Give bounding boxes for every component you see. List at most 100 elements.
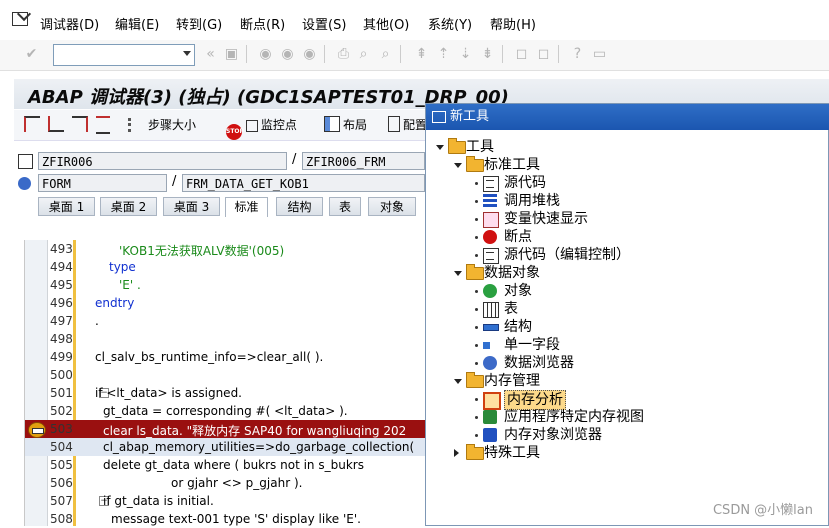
layout-icon: [324, 116, 340, 132]
help-icon[interactable]: ?: [570, 47, 585, 62]
chevron-down-icon[interactable]: [183, 51, 191, 56]
code-line[interactable]: 503 clear ls_data. "释放内存 SAP40 for wangli…: [25, 420, 426, 438]
tree-item[interactable]: 单一字段: [426, 336, 828, 354]
watchpoint-label: 监控点: [260, 118, 297, 132]
menu-breakpoints[interactable]: 断点(R): [240, 14, 285, 33]
memobj-tool-icon: [483, 428, 497, 442]
tab-desktop-2[interactable]: 桌面 2: [100, 197, 157, 216]
menu-debugger[interactable]: 调试器(D): [40, 14, 99, 33]
tree-item[interactable]: 源代码（编辑控制）: [426, 246, 828, 264]
code-text: type: [109, 260, 136, 274]
tree-item-label: 标准工具: [484, 157, 540, 173]
menu-edit[interactable]: 编辑(E): [115, 14, 159, 33]
layout-button[interactable]: 布局: [324, 116, 367, 134]
expanded-arrow-icon[interactable]: [454, 163, 462, 168]
next-page-icon[interactable]: ⇣: [458, 47, 473, 62]
expanded-arrow-icon[interactable]: [454, 271, 462, 276]
tab-table[interactable]: 表: [329, 197, 361, 216]
continue-icon[interactable]: [96, 116, 113, 134]
tree-item[interactable]: 内存分析: [426, 390, 828, 410]
exit-menu-icon[interactable]: [12, 12, 28, 26]
execute-icon[interactable]: [48, 116, 67, 134]
bullet-icon: [475, 290, 478, 293]
tree-item[interactable]: 调用堆栈: [426, 192, 828, 210]
return-icon[interactable]: [72, 116, 91, 134]
command-field[interactable]: [53, 44, 195, 66]
code-line[interactable]: 502 gt_data = corresponding #( <lt_data> …: [25, 402, 426, 420]
last-page-icon[interactable]: ⇟: [480, 47, 495, 62]
program-icon: [18, 154, 33, 169]
code-line[interactable]: 497.: [25, 312, 426, 330]
tree-item[interactable]: 应用程序特定内存视图: [426, 408, 828, 426]
collapsed-arrow-icon[interactable]: [454, 449, 459, 457]
code-line[interactable]: 501− if <lt_data> is assigned.: [25, 384, 426, 402]
find-icon[interactable]: ⌕: [356, 47, 371, 62]
tree-item[interactable]: 表: [426, 300, 828, 318]
menu-goto[interactable]: 转到(G): [176, 14, 222, 33]
tree-item[interactable]: 变量快速显示: [426, 210, 828, 228]
folder-icon: [448, 138, 466, 154]
print-icon[interactable]: ⎙: [336, 47, 351, 62]
menu-help[interactable]: 帮助(H): [490, 14, 536, 33]
source-code-viewer[interactable]: 493 'KOB1无法获取ALV数据'(005) 494 type 495 'E' . 49…: [24, 240, 426, 526]
previous-page-icon[interactable]: ⇡: [436, 47, 451, 62]
tab-standard[interactable]: 标准: [225, 197, 268, 217]
tree-item[interactable]: 断点: [426, 228, 828, 246]
enter-icon[interactable]: ✔: [24, 47, 39, 62]
tree-item[interactable]: 数据对象: [426, 264, 828, 282]
tree-item[interactable]: 工具: [426, 138, 828, 156]
code-text: .: [95, 314, 99, 328]
tree-item[interactable]: 内存对象浏览器: [426, 426, 828, 444]
tree-item[interactable]: 源代码: [426, 174, 828, 192]
config-button[interactable]: 配置: [388, 116, 427, 134]
code-line[interactable]: 507− if gt_data is initial.: [25, 492, 426, 510]
layout-menu-icon[interactable]: ▭: [592, 47, 607, 62]
bullet-icon: [475, 308, 478, 311]
code-line[interactable]: 495 'E' .: [25, 276, 426, 294]
watchpoint-button[interactable]: STOP 监控点: [226, 116, 297, 140]
code-line[interactable]: 500: [25, 366, 426, 384]
back-arrows-icon[interactable]: «: [203, 47, 218, 62]
expanded-arrow-icon[interactable]: [454, 379, 462, 384]
tree-item[interactable]: 内存管理: [426, 372, 828, 390]
back-icon[interactable]: ◉: [258, 47, 273, 62]
tree-item[interactable]: 结构: [426, 318, 828, 336]
expanded-arrow-icon[interactable]: [436, 145, 444, 150]
code-text: gt_data = corresponding #( <lt_data> ).: [103, 404, 348, 418]
current-line-breakpoint-icon[interactable]: [28, 422, 46, 438]
step-size-button[interactable]: 步骤大小: [128, 116, 196, 134]
tab-desktop-3[interactable]: 桌面 3: [163, 197, 220, 216]
code-line[interactable]: 504 cl_abap_memory_utilities=>do_garbage_…: [25, 438, 426, 456]
first-page-icon[interactable]: ⇞: [414, 47, 429, 62]
code-line[interactable]: 506 or gjahr <> p_gjahr ).: [25, 474, 426, 492]
shortcut-icon[interactable]: ◻: [536, 47, 551, 62]
tab-desktop-1[interactable]: 桌面 1: [38, 197, 95, 216]
tree-item[interactable]: 特殊工具: [426, 444, 828, 462]
find-next-icon[interactable]: ⌕: [378, 47, 393, 62]
code-line[interactable]: 494 type: [25, 258, 426, 276]
code-line[interactable]: 498: [25, 330, 426, 348]
menu-settings[interactable]: 设置(S): [302, 14, 346, 33]
tree-item[interactable]: 数据浏览器: [426, 354, 828, 372]
tree-item-label: 特殊工具: [484, 445, 540, 461]
tab-structure[interactable]: 结构: [276, 197, 323, 216]
line-number: 494: [50, 260, 73, 274]
menu-system[interactable]: 系统(Y): [428, 14, 472, 33]
code-line[interactable]: 499 cl_salv_bs_runtime_info=>clear_all( )…: [25, 348, 426, 366]
save-icon[interactable]: ▣: [224, 47, 239, 62]
tab-object[interactable]: 对象: [368, 197, 416, 216]
exit-icon[interactable]: ◉: [280, 47, 295, 62]
code-line[interactable]: 493 'KOB1无法获取ALV数据'(005): [25, 240, 426, 258]
single-step-icon[interactable]: [24, 116, 43, 134]
tree-item[interactable]: 对象: [426, 282, 828, 300]
new-session-icon[interactable]: ◻: [514, 47, 529, 62]
code-line[interactable]: 508 message text-001 type 'S' display lik…: [25, 510, 426, 528]
tree-item[interactable]: 标准工具: [426, 156, 828, 174]
tree-item-label: 数据对象: [484, 265, 540, 281]
menu-other[interactable]: 其他(O): [363, 14, 409, 33]
code-text: message text-001 type 'S' display like '…: [111, 512, 361, 526]
code-line[interactable]: 496 endtry: [25, 294, 426, 312]
code-text: 'KOB1无法获取ALV数据'(005): [119, 244, 285, 258]
cancel-icon[interactable]: ◉: [302, 47, 317, 62]
code-line[interactable]: 505 delete gt_data where ( bukrs not in s…: [25, 456, 426, 474]
